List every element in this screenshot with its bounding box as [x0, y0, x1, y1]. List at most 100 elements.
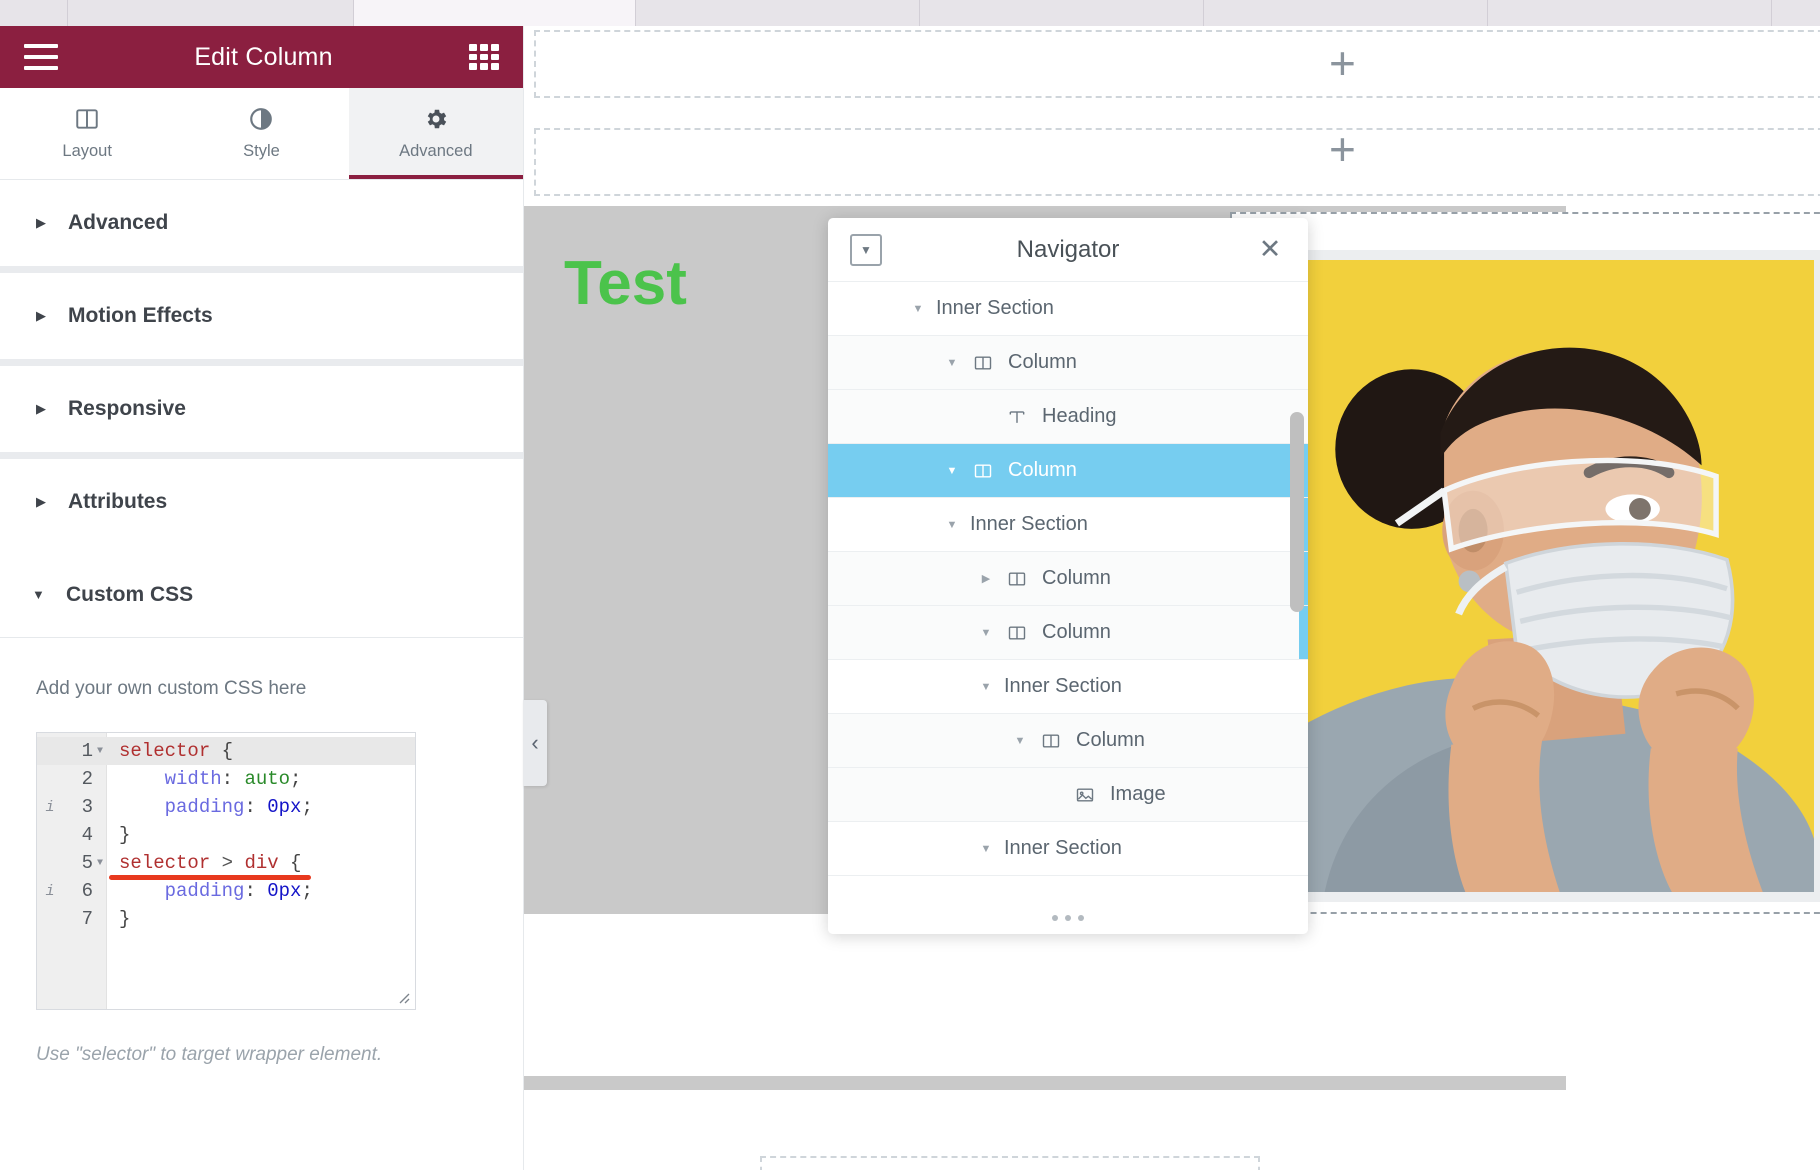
panel-tabs: Layout Style Advanced [0, 88, 523, 180]
line-number: 2 [81, 768, 93, 790]
columns-icon [1004, 622, 1030, 644]
browser-tab[interactable] [1204, 0, 1488, 26]
code-line-2[interactable]: 2 width: auto; [37, 765, 415, 793]
code-line-6[interactable]: i 6 padding: 0px; [37, 877, 415, 905]
chevron-right-icon: ▶ [36, 494, 46, 509]
browser-tab[interactable] [1488, 0, 1772, 26]
chevron-down-icon[interactable]: ▼ [908, 303, 928, 315]
code-line-3[interactable]: i 3 padding: 0px; [37, 793, 415, 821]
section-responsive-label: Responsive [68, 397, 186, 420]
chevron-right-icon: ▶ [36, 401, 46, 416]
fold-caret-icon[interactable]: ▼ [93, 746, 107, 757]
section-attributes-label: Attributes [68, 490, 168, 513]
browser-tab-active[interactable] [354, 0, 636, 26]
panel-header: Edit Column [0, 26, 523, 88]
editor-code-rows[interactable]: 1 ▼ selector {2 width: auto; i 3 padding: 0p… [37, 733, 415, 933]
navigator-item-label: Inner Section [970, 513, 1088, 535]
navigator-item-heading[interactable]: Heading [828, 390, 1308, 444]
navigator-tree[interactable]: ▼ Inner Section ▼ Column Heading ▼ Column ▼ Inne… [828, 282, 1308, 902]
lint-info-icon[interactable]: i [37, 883, 63, 900]
section-bottom-edge [524, 1076, 1566, 1090]
chevron-down-icon[interactable]: ▼ [976, 681, 996, 693]
add-section-dropzone-bottom-left[interactable] [760, 1156, 1260, 1170]
navigator-item-label: Column [1008, 351, 1077, 373]
page-title: Edit Column [194, 42, 333, 71]
section-custom-css-label: Custom CSS [66, 582, 194, 606]
add-section-dropzone-second[interactable] [534, 128, 1820, 196]
browser-tab[interactable] [636, 0, 920, 26]
browser-tab[interactable] [920, 0, 1204, 26]
navigator-item-image[interactable]: Image [828, 768, 1308, 822]
tab-advanced[interactable]: Advanced [348, 88, 523, 179]
line-number: 3 [81, 796, 93, 818]
navigator-item-inner-section[interactable]: ▼ Inner Section [828, 282, 1308, 336]
code-text: selector { [119, 740, 234, 762]
line-number: 4 [81, 824, 93, 846]
navigator-resize-handle[interactable] [828, 902, 1308, 934]
custom-css-code-editor[interactable]: 1 ▼ selector {2 width: auto; i 3 padding: 0p… [36, 732, 416, 1010]
browser-tab[interactable] [68, 0, 354, 26]
code-text: selector > div { [119, 852, 302, 874]
plus-icon[interactable]: + [1329, 126, 1356, 172]
navigator-item-inner-section[interactable]: ▼ Inner Section [828, 498, 1308, 552]
panel-sections: ▶ Advanced ▶ Motion Effects ▶ Responsive… [0, 180, 523, 545]
navigator-item-inner-section[interactable]: ▼ Inner Section [828, 660, 1308, 714]
chevron-down-icon[interactable]: ▼ [976, 843, 996, 855]
navigator-header: ▼ Navigator ✕ [828, 218, 1308, 282]
code-line-7[interactable]: 7} [37, 905, 415, 933]
plus-icon[interactable]: + [1329, 40, 1356, 86]
section-custom-css[interactable]: ▼ Custom CSS [0, 552, 523, 638]
lint-info-icon[interactable]: i [37, 799, 63, 816]
editor-resize-grip[interactable] [395, 989, 411, 1005]
tab-advanced-label: Advanced [399, 142, 473, 160]
section-motion-effects[interactable]: ▶ Motion Effects [0, 273, 523, 359]
code-line-4[interactable]: 4} [37, 821, 415, 849]
navigator-item-column[interactable]: ▼ Column [828, 336, 1308, 390]
chevron-down-icon[interactable]: ▼ [976, 627, 996, 639]
contrast-circle-icon [248, 106, 274, 132]
heading-test[interactable]: Test [564, 248, 687, 319]
code-line-1[interactable]: 1 ▼ selector { [37, 737, 415, 765]
chevron-right-icon: ▶ [36, 308, 46, 323]
resize-dots-icon [1078, 915, 1084, 921]
code-text: padding: 0px; [164, 796, 313, 818]
navigator-item-label: Column [1076, 729, 1145, 751]
browser-tab[interactable] [0, 0, 68, 26]
navigator-scrollbar[interactable] [1290, 412, 1304, 612]
navigator-item-label: Column [1042, 621, 1111, 643]
image-widget-frame[interactable] [1260, 250, 1820, 902]
dock-toggle-icon[interactable]: ▼ [850, 233, 882, 266]
chevron-down-icon[interactable]: ▼ [942, 465, 962, 477]
section-advanced[interactable]: ▶ Advanced [0, 180, 523, 266]
gear-icon [423, 106, 449, 132]
elementor-editor-root: Edit Column Layout Style Advanced ▶ Adva… [0, 0, 1820, 1170]
chevron-right-icon[interactable]: ▶ [976, 572, 996, 585]
section-advanced-label: Advanced [68, 211, 169, 234]
fold-caret-icon[interactable]: ▼ [93, 858, 107, 869]
line-number: 5 [81, 852, 93, 874]
navigator-item-column[interactable]: ▼ Column [828, 714, 1308, 768]
hamburger-icon[interactable] [24, 44, 58, 70]
tab-layout[interactable]: Layout [0, 88, 174, 179]
selected-descendant-indicator [1299, 606, 1308, 659]
chevron-down-icon[interactable]: ▼ [942, 357, 962, 369]
navigator-item-label: Column [1042, 567, 1111, 589]
chevron-down-icon[interactable]: ▼ [942, 519, 962, 531]
navigator-item-column[interactable]: ▼ Column [828, 606, 1308, 660]
chevron-down-icon[interactable]: ▼ [1010, 735, 1030, 747]
columns-icon [74, 106, 100, 132]
code-line-5[interactable]: 5 ▼ selector > div { [37, 849, 415, 880]
section-responsive[interactable]: ▶ Responsive [0, 366, 523, 452]
navigator-item-column[interactable]: ▼ Column [828, 444, 1308, 498]
section-attributes[interactable]: ▶ Attributes [0, 459, 523, 545]
close-icon[interactable]: ✕ [1254, 236, 1286, 263]
tab-style[interactable]: Style [174, 88, 348, 179]
add-section-dropzone-top[interactable] [534, 30, 1820, 98]
code-text: } [119, 908, 131, 930]
navigator-item-inner-section[interactable]: ▼ Inner Section [828, 822, 1308, 876]
panel-collapse-handle[interactable]: ‹ [523, 700, 547, 786]
columns-icon [1038, 730, 1064, 752]
grid-apps-icon[interactable] [469, 44, 499, 70]
tab-layout-label: Layout [62, 142, 112, 160]
navigator-item-column[interactable]: ▶ Column [828, 552, 1308, 606]
